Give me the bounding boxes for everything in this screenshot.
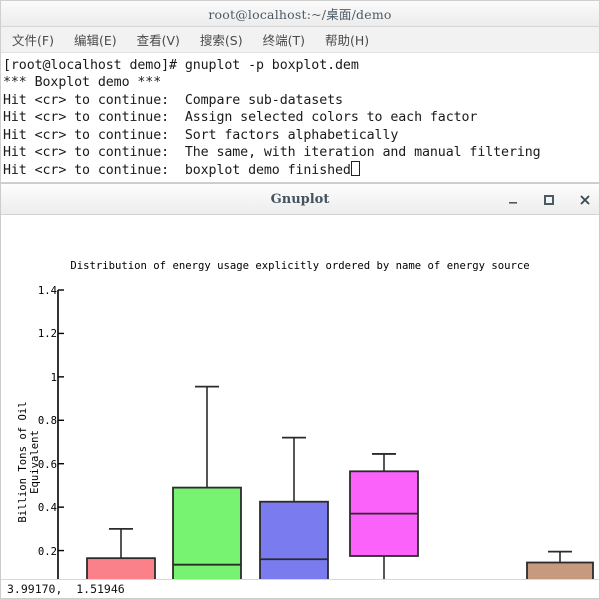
terminal-line: Hit <cr> to continue: Compare sub-datase… [3, 92, 343, 108]
boxes-layer [86, 385, 594, 579]
terminal-line: [root@localhost demo]# gnuplot -p boxplo… [3, 58, 359, 73]
minimize-icon[interactable] [505, 192, 521, 208]
terminal-output[interactable]: [root@localhost demo]# gnuplot -p boxplo… [1, 53, 599, 182]
maximize-icon[interactable] [541, 192, 557, 208]
close-icon[interactable] [577, 192, 593, 208]
terminal-titlebar[interactable]: root@localhost:~/桌面/demo [1, 1, 599, 27]
terminal-line-last: Hit <cr> to continue: boxplot demo finis… [3, 161, 599, 179]
mouse-coordinates: 3.99170, 1.51946 [7, 582, 125, 596]
terminal-menubar: 文件(F) 编辑(E) 查看(V) 搜索(S) 终端(T) 帮助(H) [1, 27, 599, 53]
menu-item-terminal[interactable]: 终端(T) [260, 29, 308, 50]
gnuplot-plot-canvas[interactable]: Distribution of energy usage explicitly … [1, 215, 599, 579]
menu-item-help[interactable]: 帮助(H) [322, 29, 372, 50]
terminal-line: Hit <cr> to continue: Assign selected co… [3, 110, 478, 126]
boxplot-nuclear [86, 527, 156, 579]
boxplot-graphic [57, 289, 594, 579]
menu-item-search[interactable]: 搜索(S) [197, 29, 246, 50]
axis-layer [57, 289, 64, 579]
gnuplot-window-title: Gnuplot [270, 191, 330, 207]
terminal-window: root@localhost:~/桌面/demo 文件(F) 编辑(E) 查看(… [0, 0, 600, 183]
gnuplot-titlebar[interactable]: Gnuplot [1, 184, 599, 215]
terminal-cursor [350, 161, 360, 177]
terminal-line-text: Hit <cr> to continue: boxplot demo finis… [3, 163, 351, 179]
menu-item-edit[interactable]: 编辑(E) [71, 29, 120, 50]
screen: root@localhost:~/桌面/demo 文件(F) 编辑(E) 查看(… [0, 0, 600, 599]
boxplot-gas [259, 436, 329, 579]
terminal-line: Hit <cr> to continue: The same, with ite… [3, 145, 541, 161]
menu-item-view[interactable]: 查看(V) [134, 29, 183, 50]
boxplot-coal [172, 385, 242, 579]
menu-item-file[interactable]: 文件(F) [9, 29, 57, 50]
boxplot-renewable [526, 550, 594, 579]
terminal-title: root@localhost:~/桌面/demo [208, 7, 392, 22]
terminal-line: *** Boxplot demo *** [3, 75, 162, 91]
window-controls [505, 184, 593, 215]
gnuplot-window: Gnuplot Distribution of energy usage exp… [0, 183, 600, 599]
terminal-line: Hit <cr> to continue: Sort factors alpha… [3, 127, 399, 143]
boxplot-oil [349, 453, 419, 579]
gnuplot-statusbar: 3.99170, 1.51946 [1, 579, 599, 598]
